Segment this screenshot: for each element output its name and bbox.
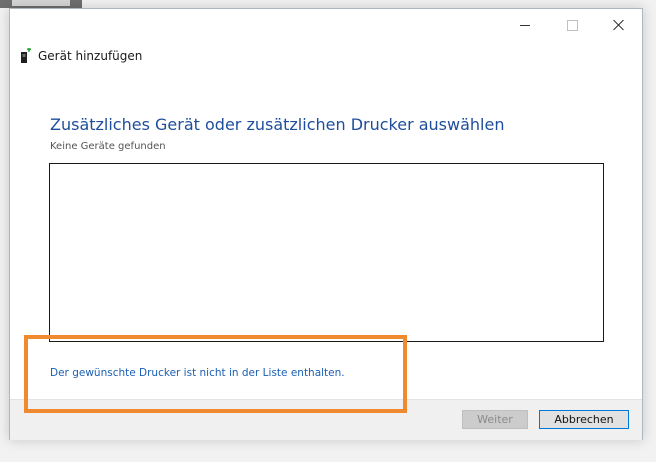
close-button[interactable] — [596, 9, 642, 41]
background-window-fragment — [0, 0, 82, 8]
next-button: Weiter — [462, 410, 528, 429]
add-device-dialog: Gerät hinzufügen Zusätzliches Gerät oder… — [9, 8, 643, 440]
device-list[interactable] — [49, 163, 604, 342]
dialog-footer: Weiter Abbrechen — [10, 399, 642, 440]
desktop-background: Gerät hinzufügen Zusätzliches Gerät oder… — [0, 0, 656, 462]
printer-not-listed-link[interactable]: Der gewünschte Drucker ist nicht in der … — [50, 367, 345, 379]
maximize-icon — [566, 19, 578, 31]
wizard-header: Gerät hinzufügen — [20, 47, 142, 65]
close-icon — [613, 19, 625, 31]
add-device-icon — [21, 48, 31, 63]
cancel-button[interactable]: Abbrechen — [539, 410, 629, 429]
maximize-button — [549, 9, 595, 41]
dialog-title: Gerät hinzufügen — [38, 49, 143, 63]
minimize-button[interactable] — [502, 9, 548, 41]
title-bar[interactable] — [10, 9, 642, 41]
minimize-icon — [520, 24, 530, 26]
page-heading: Zusätzliches Gerät oder zusätzlichen Dru… — [50, 115, 505, 134]
status-text: Keine Geräte gefunden — [50, 141, 166, 152]
